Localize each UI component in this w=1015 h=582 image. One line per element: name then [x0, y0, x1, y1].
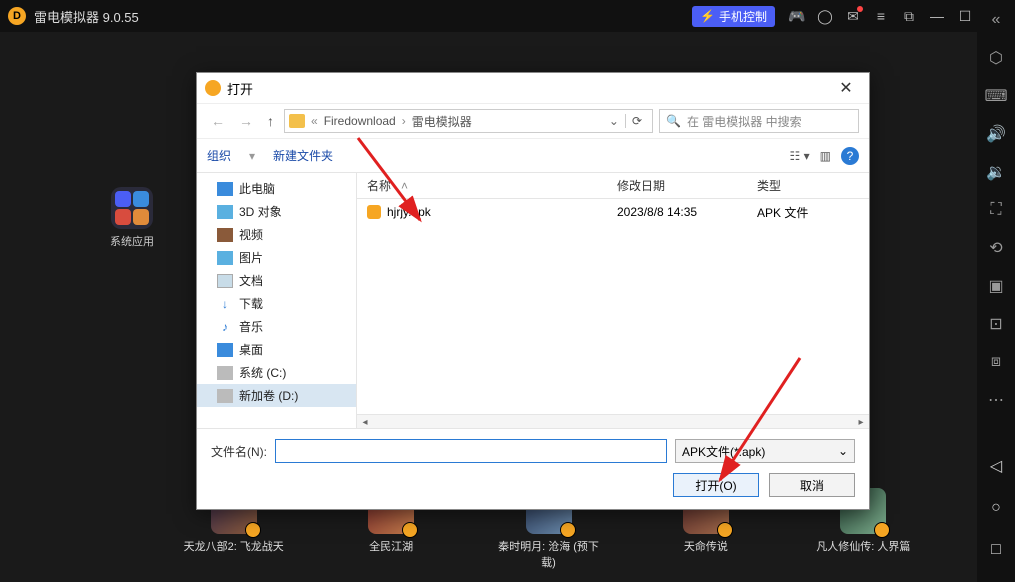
col-type[interactable]: 类型 — [747, 177, 869, 194]
dialog-navbar: ← → ↑ « Firedownload › 雷电模拟器 ⌄ ⟳ 🔍 在 雷电模… — [197, 103, 869, 139]
back-nav-icon[interactable]: ◁ — [984, 454, 1008, 478]
tree-this-pc[interactable]: 此电脑 — [197, 177, 356, 200]
tree-c-drive[interactable]: 系统 (C:) — [197, 361, 356, 384]
recent-nav-icon[interactable]: □ — [984, 538, 1008, 562]
keyboard-icon[interactable]: ⌨ — [984, 84, 1008, 108]
tree-desktop[interactable]: 桌面 — [197, 338, 356, 361]
minimize-button[interactable]: — — [923, 2, 951, 30]
help-icon[interactable]: ? — [841, 147, 859, 165]
phone-control-label: 手机控制 — [719, 8, 767, 25]
nav-back-button[interactable]: ← — [207, 113, 229, 129]
refresh-icon[interactable]: ⟲ — [984, 236, 1008, 260]
nav-forward-button[interactable]: → — [235, 113, 257, 129]
dialog-titlebar: 打开 ✕ — [197, 73, 869, 103]
file-date: 2023/8/8 14:35 — [607, 205, 747, 219]
nav-up-button[interactable]: ↑ — [263, 113, 278, 129]
col-date[interactable]: 修改日期 — [607, 177, 747, 194]
screenshot-icon[interactable]: ▣ — [984, 274, 1008, 298]
scroll-right-icon[interactable]: ▸ — [853, 415, 869, 428]
preview-pane-icon[interactable]: ▥ — [820, 149, 831, 163]
search-icon: 🔍 — [666, 114, 681, 128]
tree-videos[interactable]: 视频 — [197, 223, 356, 246]
pip-icon[interactable]: ⧉ — [895, 2, 923, 30]
dialog-toolbar: 组织 ▾ 新建文件夹 ☷ ▾ ▥ ? — [197, 139, 869, 173]
menu-icon[interactable]: ≡ — [867, 2, 895, 30]
multi-instance-icon[interactable]: ⧈ — [984, 350, 1008, 374]
more-icon[interactable]: ⋯ — [984, 388, 1008, 412]
view-mode-icon[interactable]: ☷ ▾ — [790, 149, 810, 163]
filename-input[interactable] — [275, 439, 667, 463]
dialog-title: 打开 — [227, 79, 253, 98]
shelf-label: 天命传说 — [684, 541, 728, 553]
file-type: APK 文件 — [747, 204, 869, 221]
refresh-address-icon[interactable]: ⟳ — [625, 114, 648, 128]
chevron-down-icon: ⌄ — [838, 444, 848, 458]
shelf-label: 凡人修仙传: 人界篇 — [816, 541, 910, 553]
address-dropdown-icon[interactable]: ⌄ — [609, 114, 619, 128]
shelf-label: 全民江湖 — [369, 541, 413, 553]
filter-label: APK文件(*.apk) — [682, 443, 765, 460]
fullscreen-icon[interactable]: ⛶ — [984, 198, 1008, 222]
volume-down-icon[interactable]: 🔉 — [984, 160, 1008, 184]
file-name: hjrjy.apk — [387, 205, 431, 219]
search-placeholder: 在 雷电模拟器 中搜索 — [687, 113, 802, 130]
tree-music[interactable]: ♪音乐 — [197, 315, 356, 338]
search-input[interactable]: 🔍 在 雷电模拟器 中搜索 — [659, 109, 859, 133]
user-icon[interactable]: ◯ — [811, 2, 839, 30]
app-title: 雷电模拟器 9.0.55 — [34, 7, 139, 26]
dialog-close-button[interactable]: ✕ — [831, 78, 861, 98]
shelf-label: 秦时明月: 沧海 (预下载) — [498, 541, 599, 569]
phone-control-button[interactable]: ⚡ 手机控制 — [692, 6, 775, 27]
bolt-icon: ⚡ — [700, 9, 715, 23]
horizontal-scrollbar[interactable]: ◂ ▸ — [357, 414, 869, 428]
mail-icon[interactable]: ✉ — [839, 2, 867, 30]
dialog-footer: 文件名(N): APK文件(*.apk) ⌄ 打开(O) 取消 — [197, 428, 869, 509]
tree-3d-objects[interactable]: 3D 对象 — [197, 200, 356, 223]
breadcrumb-seg2[interactable]: 雷电模拟器 — [412, 113, 472, 130]
file-list-panel: 名称 ˄ 修改日期 类型 hjrjy.apk 2023/8/8 14:35 AP… — [357, 173, 869, 428]
app-titlebar: D 雷电模拟器 9.0.55 ⚡ 手机控制 🎮 ◯ ✉ ≡ ⧉ — ☐ ✕ — [0, 0, 1015, 32]
system-app-folder[interactable]: 系统应用 — [110, 187, 154, 249]
address-bar[interactable]: « Firedownload › 雷电模拟器 ⌄ ⟳ — [284, 109, 653, 133]
record-icon[interactable]: ⊡ — [984, 312, 1008, 336]
apk-file-icon — [367, 205, 381, 219]
open-button[interactable]: 打开(O) — [673, 473, 759, 497]
system-app-label: 系统应用 — [110, 236, 154, 248]
tree-pictures[interactable]: 图片 — [197, 246, 356, 269]
maximize-button[interactable]: ☐ — [951, 2, 979, 30]
scroll-left-icon[interactable]: ◂ — [357, 415, 373, 428]
organize-menu[interactable]: 组织 — [207, 147, 231, 164]
volume-up-icon[interactable]: 🔊 — [984, 122, 1008, 146]
app-logo-icon: D — [8, 7, 26, 25]
file-open-dialog: 打开 ✕ ← → ↑ « Firedownload › 雷电模拟器 ⌄ ⟳ 🔍 … — [196, 72, 870, 510]
tree-documents[interactable]: 文档 — [197, 269, 356, 292]
settings-gear-icon[interactable]: ⬡ — [984, 46, 1008, 70]
file-list-header: 名称 ˄ 修改日期 类型 — [357, 173, 869, 199]
filename-label: 文件名(N): — [211, 443, 267, 460]
file-row[interactable]: hjrjy.apk 2023/8/8 14:35 APK 文件 — [357, 199, 869, 225]
side-toolbar: « ⬡ ⌨ 🔊 🔉 ⛶ ⟲ ▣ ⊡ ⧈ ⋯ ◁ ○ □ — [977, 0, 1015, 582]
col-name[interactable]: 名称 ˄ — [357, 177, 607, 194]
file-filter-dropdown[interactable]: APK文件(*.apk) ⌄ — [675, 439, 855, 463]
tree-d-drive[interactable]: 新加卷 (D:) — [197, 384, 356, 407]
folder-icon — [289, 114, 305, 128]
cancel-button[interactable]: 取消 — [769, 473, 855, 497]
new-folder-button[interactable]: 新建文件夹 — [273, 147, 333, 164]
gamepad-icon[interactable]: 🎮 — [783, 2, 811, 30]
home-nav-icon[interactable]: ○ — [984, 496, 1008, 520]
folder-tree: 此电脑 3D 对象 视频 图片 文档 ↓下载 ♪音乐 桌面 系统 (C:) 新加… — [197, 173, 357, 428]
dialog-logo-icon — [205, 80, 221, 96]
tree-downloads[interactable]: ↓下载 — [197, 292, 356, 315]
shelf-label: 天龙八部2: 飞龙战天 — [184, 541, 284, 553]
breadcrumb-seg1[interactable]: Firedownload — [324, 114, 396, 128]
collapse-icon[interactable]: « — [984, 8, 1008, 32]
